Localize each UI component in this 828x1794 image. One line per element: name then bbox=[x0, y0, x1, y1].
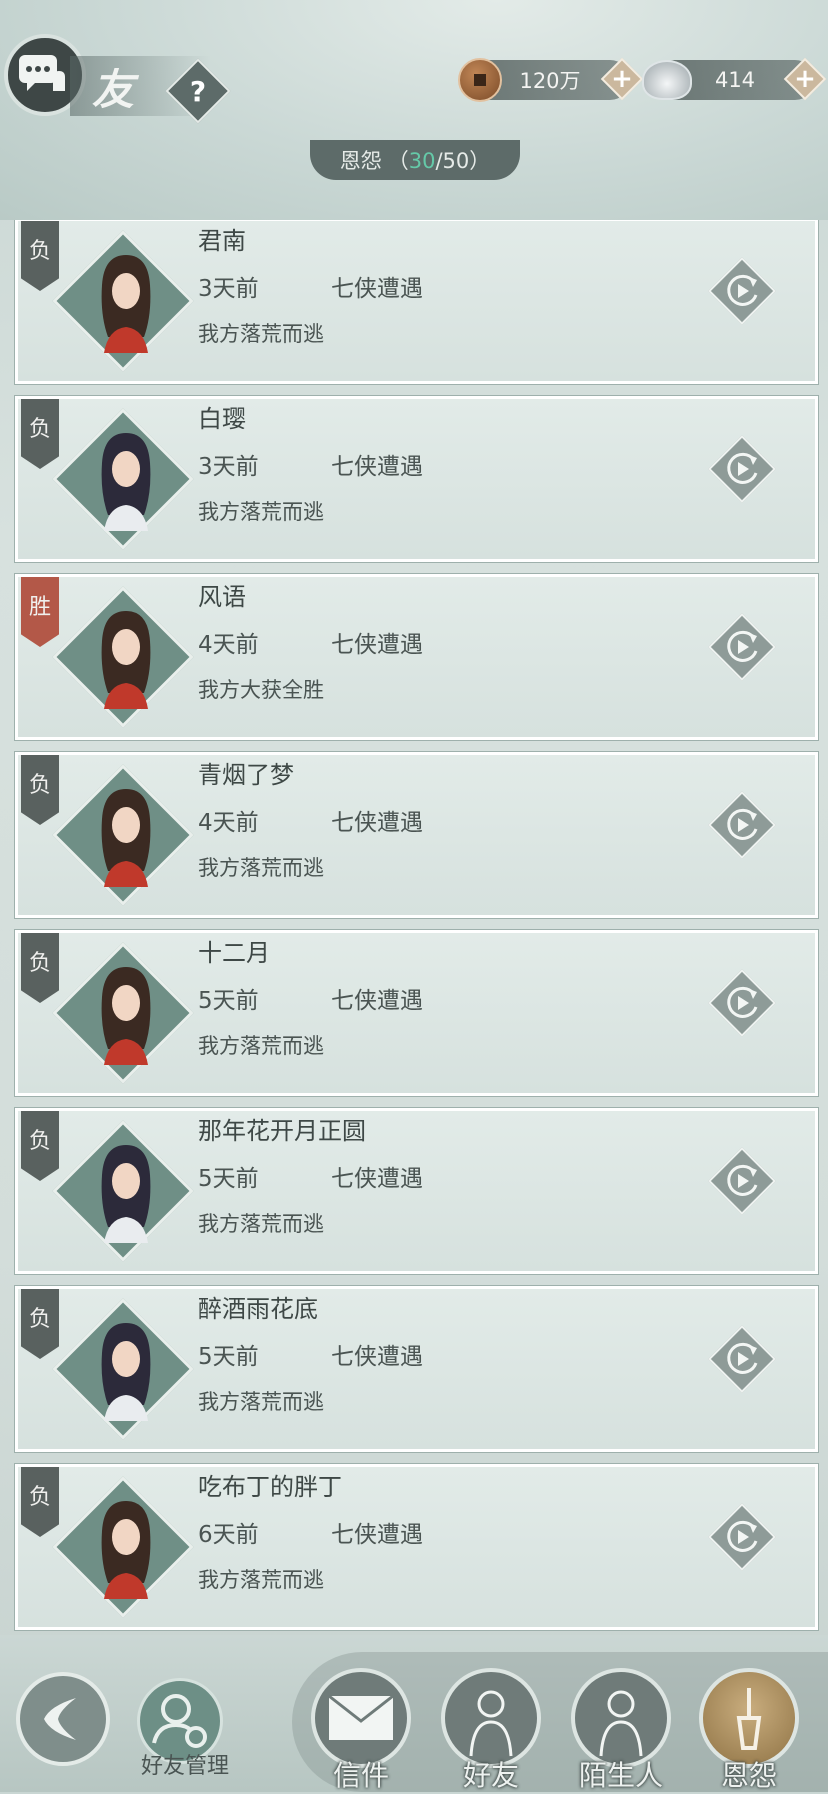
record-mode: 七侠遭遇 bbox=[331, 810, 423, 836]
envelope-icon bbox=[328, 1694, 394, 1740]
result-tag: 负 bbox=[21, 755, 59, 825]
record-mode: 七侠遭遇 bbox=[331, 454, 423, 480]
back-button[interactable] bbox=[16, 1672, 110, 1766]
record-result: 我方落荒而逃 bbox=[198, 322, 324, 346]
record-result: 我方落荒而逃 bbox=[198, 1390, 324, 1414]
player-name: 君南 bbox=[198, 227, 246, 255]
copper-coin-icon bbox=[458, 58, 502, 102]
nav-enmity-button[interactable] bbox=[699, 1668, 799, 1768]
result-tag: 负 bbox=[21, 933, 59, 1003]
result-tag: 负 bbox=[21, 1467, 59, 1537]
result-tag: 负 bbox=[21, 221, 59, 291]
friend-manage-label: 好友管理 bbox=[140, 1754, 229, 1779]
avatar[interactable] bbox=[78, 419, 174, 539]
tab-enmity-label: 恩怨 bbox=[339, 149, 382, 173]
nav-mail-button[interactable] bbox=[311, 1668, 411, 1768]
record-time: 5天前 bbox=[198, 1166, 259, 1192]
replay-icon[interactable] bbox=[716, 1511, 768, 1563]
record-row[interactable]: 负 那年花开月正圆 5天前 七侠遭遇 我方落荒而逃 bbox=[14, 1107, 819, 1275]
player-name: 白璎 bbox=[198, 405, 246, 433]
player-name: 风语 bbox=[198, 583, 246, 611]
tab-enmity: 恩怨 （30/50） bbox=[310, 140, 520, 180]
avatar[interactable] bbox=[78, 1487, 174, 1607]
avatar[interactable] bbox=[78, 241, 174, 361]
help-button[interactable]: ? bbox=[175, 68, 221, 114]
record-row[interactable]: 负 君南 3天前 七侠遭遇 我方落荒而逃 bbox=[14, 220, 819, 385]
player-name: 吃布丁的胖丁 bbox=[198, 1473, 342, 1501]
replay-icon[interactable] bbox=[716, 1333, 768, 1385]
record-time: 5天前 bbox=[198, 1344, 259, 1370]
replay-icon[interactable] bbox=[716, 1155, 768, 1207]
count-current: 30 bbox=[408, 149, 436, 173]
coin-amount: 120万 bbox=[519, 69, 581, 93]
replay-icon[interactable] bbox=[716, 621, 768, 673]
nav-strangers-button[interactable] bbox=[571, 1668, 671, 1768]
result-tag: 胜 bbox=[21, 577, 59, 647]
record-list[interactable]: 负 君南 3天前 七侠遭遇 我方落荒而逃 负 白璎 3天前 七侠遭遇 我方落荒而… bbox=[0, 220, 828, 1635]
record-row[interactable]: 负 青烟了梦 4天前 七侠遭遇 我方落荒而逃 bbox=[14, 751, 819, 919]
record-row[interactable]: 负 十二月 5天前 七侠遭遇 我方落荒而逃 bbox=[14, 929, 819, 1097]
count-max: 50 bbox=[442, 149, 470, 173]
add-coins-button[interactable]: + bbox=[607, 62, 637, 96]
chat-bubble-icon bbox=[19, 55, 65, 91]
page-title: 友 bbox=[92, 65, 135, 114]
avatar[interactable] bbox=[78, 1309, 174, 1429]
back-arrow-icon bbox=[44, 1698, 76, 1740]
record-result: 我方落荒而逃 bbox=[198, 1568, 324, 1592]
record-time: 3天前 bbox=[198, 454, 259, 480]
player-name: 青烟了梦 bbox=[198, 761, 294, 789]
person-icon bbox=[469, 1690, 513, 1757]
replay-icon[interactable] bbox=[716, 265, 768, 317]
result-tag: 负 bbox=[21, 399, 59, 469]
nav-enmity-label: 恩怨 bbox=[720, 1759, 777, 1792]
nav-friends-button[interactable] bbox=[441, 1668, 541, 1768]
record-time: 4天前 bbox=[198, 810, 259, 836]
player-name: 十二月 bbox=[198, 939, 270, 967]
record-time: 3天前 bbox=[198, 276, 259, 302]
avatar[interactable] bbox=[78, 597, 174, 717]
record-row[interactable]: 负 醉酒雨花底 5天前 七侠遭遇 我方落荒而逃 bbox=[14, 1285, 819, 1453]
record-mode: 七侠遭遇 bbox=[331, 1344, 423, 1370]
record-result: 我方落荒而逃 bbox=[198, 1212, 324, 1236]
nav-strangers-label: 陌生人 bbox=[578, 1759, 663, 1792]
stranger-icon bbox=[599, 1690, 643, 1757]
avatar[interactable] bbox=[78, 775, 174, 895]
record-mode: 七侠遭遇 bbox=[331, 1522, 423, 1548]
hookah-icon bbox=[736, 1688, 762, 1750]
record-time: 6天前 bbox=[198, 1522, 259, 1548]
player-name: 那年花开月正圆 bbox=[198, 1117, 366, 1145]
record-row[interactable]: 负 吃布丁的胖丁 6天前 七侠遭遇 我方落荒而逃 bbox=[14, 1463, 819, 1631]
record-result: 我方大获全胜 bbox=[198, 678, 324, 702]
record-result: 我方落荒而逃 bbox=[198, 1034, 324, 1058]
record-mode: 七侠遭遇 bbox=[331, 988, 423, 1014]
record-mode: 七侠遭遇 bbox=[331, 276, 423, 302]
record-time: 5天前 bbox=[198, 988, 259, 1014]
replay-icon[interactable] bbox=[716, 977, 768, 1029]
nav-mail-label: 信件 bbox=[332, 1759, 389, 1792]
record-row[interactable]: 负 白璎 3天前 七侠遭遇 我方落荒而逃 bbox=[14, 395, 819, 563]
nav-friends-label: 好友 bbox=[462, 1759, 519, 1792]
player-name: 醉酒雨花底 bbox=[198, 1295, 318, 1323]
add-silver-button[interactable]: + bbox=[790, 62, 820, 96]
avatar[interactable] bbox=[78, 1131, 174, 1251]
replay-icon[interactable] bbox=[716, 443, 768, 495]
record-result: 我方落荒而逃 bbox=[198, 500, 324, 524]
tab-count: （30/50） bbox=[387, 149, 491, 173]
result-tag: 负 bbox=[21, 1289, 59, 1359]
record-time: 4天前 bbox=[198, 632, 259, 658]
silver-ingot-icon bbox=[642, 60, 692, 100]
record-result: 我方落荒而逃 bbox=[198, 856, 324, 880]
silver-amount: 414 bbox=[714, 68, 756, 92]
result-tag: 负 bbox=[21, 1111, 59, 1181]
avatar[interactable] bbox=[78, 953, 174, 1073]
record-mode: 七侠遭遇 bbox=[331, 632, 423, 658]
replay-icon[interactable] bbox=[716, 799, 768, 851]
record-mode: 七侠遭遇 bbox=[331, 1166, 423, 1192]
record-row[interactable]: 胜 风语 4天前 七侠遭遇 我方大获全胜 bbox=[14, 573, 819, 741]
